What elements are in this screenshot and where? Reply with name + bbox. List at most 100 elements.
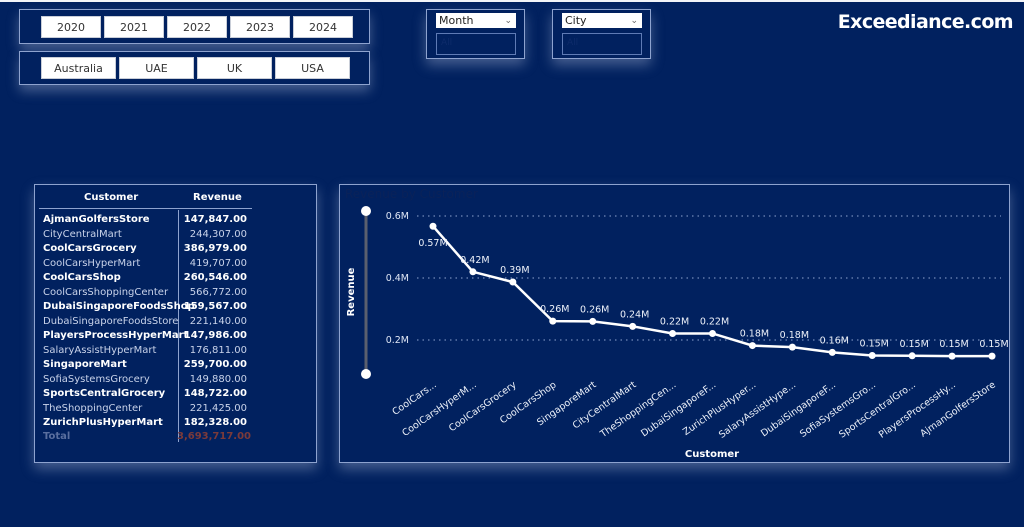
data-point[interactable] [629,322,637,330]
data-point[interactable] [988,352,996,360]
customer-name: SofiaSystemsGrocery [43,373,150,385]
x-axis-title: Customer [685,449,739,460]
month-value-box[interactable]: All [436,33,516,55]
data-label: 0.22M [700,316,729,327]
city-value: All [567,38,579,48]
customer-name: DubaiSingaporeFoodsStore [43,315,179,327]
month-dropdown[interactable]: Month ⌄ [436,13,516,28]
customer-name: CoolCarsShop [43,272,121,283]
year-chip-2022[interactable]: 2022 [167,16,227,38]
country-chip-uk[interactable]: UK [197,57,272,79]
data-point[interactable] [948,352,956,360]
customer-name: AjmanGolfersStore [43,214,150,225]
y-tick-label: 0.2M [386,335,409,346]
data-point[interactable] [549,317,557,325]
revenue-value: 566,772.00 [189,286,247,298]
city-dropdown[interactable]: City ⌄ [562,13,642,28]
header-divider [39,208,252,209]
revenue-value: 159,567.00 [183,301,247,312]
revenue-value: 221,140.00 [189,315,247,327]
revenue-value: 221,425.00 [189,402,247,414]
customer-name: PlayersProcessHyperMart [43,330,189,341]
data-label: 0.57M [418,238,447,249]
customer-name: CoolCarsShoppingCenter [43,286,169,298]
customer-name: CoolCarsGrocery [43,243,137,254]
customer-name: SingaporeMart [43,359,127,370]
data-label: 0.22M [660,316,689,327]
y-tick-label: 0.4M [386,273,409,284]
data-point[interactable] [509,278,517,286]
year-chip-2023[interactable]: 2023 [230,16,290,38]
chevron-down-icon: ⌄ [504,15,512,26]
header-customer[interactable]: Customer [84,192,138,203]
x-tick-label: DubaiSingaporeF... [639,379,718,439]
country-chip-uae[interactable]: UAE [119,57,194,79]
year-chip-2021[interactable]: 2021 [104,16,164,38]
total-label: Total [43,431,71,442]
data-label: 0.15M [860,339,889,350]
customer-name: SportsCentralGrocery [43,388,166,399]
chevron-down-icon: ⌄ [630,15,638,26]
x-tick-label: CoolCarsHyperM... [400,379,478,438]
chart-title: Revenue by Customer [345,187,478,201]
revenue-value: 176,811.00 [189,344,247,356]
revenue-value: 419,707.00 [189,257,247,269]
year-slicer: 2020 2021 2022 2023 2024 [19,9,370,44]
x-tick-label: AjmanGolfersStore [918,379,998,439]
line-chart-svg: Revenue by Customer Revenue Customer 0.2… [345,187,1009,460]
zoom-slider-top-handle[interactable] [361,206,371,216]
year-chip-2020[interactable]: 2020 [41,16,101,38]
data-label: 0.24M [620,309,649,320]
revenue-value: 386,979.00 [183,243,247,254]
data-label: 0.26M [580,304,609,315]
data-label: 0.18M [740,329,769,340]
total-value: 3,693,717.00 [177,431,252,442]
country-chip-usa[interactable]: USA [275,57,350,79]
month-slicer: Month ⌄ All [426,9,525,59]
customer-name: SalaryAssistHyperMart [43,344,157,356]
data-label: 0.26M [540,304,569,315]
y-tick-label: 0.6M [386,211,409,222]
data-label: 0.16M [820,335,849,346]
revenue-value: 244,307.00 [189,228,247,240]
data-point[interactable] [469,268,477,276]
data-point[interactable] [429,222,437,230]
data-point[interactable] [788,343,796,351]
revenue-value: 149,880.00 [189,373,247,385]
y-axis-title: Revenue [346,267,357,316]
data-point[interactable] [868,352,876,359]
x-tick-label: CoolCarsGrocery [447,379,519,434]
revenue-value: 148,722.00 [183,388,247,399]
customer-revenue-table: Customer Revenue AjmanGolfersStore 147,84… [34,184,317,463]
brand-logo: Exceediance.com [837,11,1014,33]
revenue-value: 260,546.00 [183,272,247,283]
data-point[interactable] [908,352,916,360]
zoom-slider-bottom-handle[interactable] [361,369,371,379]
customer-name: CityCentralMart [43,228,122,240]
year-chip-2024[interactable]: 2024 [293,16,353,38]
data-label: 0.15M [979,339,1008,350]
data-label: 0.15M [939,339,968,350]
data-label: 0.15M [899,339,928,350]
data-point[interactable] [669,329,677,337]
customer-name: ZurichPlusHyperMart [43,417,163,428]
data-point[interactable] [589,317,597,325]
data-point[interactable] [828,348,836,356]
revenue-by-customer-chart: Revenue by Customer Revenue Customer 0.2… [339,184,1010,463]
revenue-value: 147,986.00 [183,330,247,341]
month-dropdown-label: Month [439,14,474,27]
data-label: 0.18M [780,330,809,341]
top-border [0,0,1024,2]
city-value-box[interactable]: All [562,33,642,55]
country-slicer: Australia UAE UK USA [19,51,370,85]
data-point[interactable] [748,342,756,350]
revenue-value: 147,847.00 [183,214,247,225]
header-revenue[interactable]: Revenue [193,192,242,203]
month-value: All [441,38,453,48]
data-label: 0.39M [500,265,529,276]
data-point[interactable] [709,329,716,337]
country-chip-australia[interactable]: Australia [41,57,116,79]
customer-name: CoolCarsHyperMart [43,257,141,269]
customer-name: TheShoppingCenter [43,402,143,414]
revenue-value: 259,700.00 [183,359,247,370]
